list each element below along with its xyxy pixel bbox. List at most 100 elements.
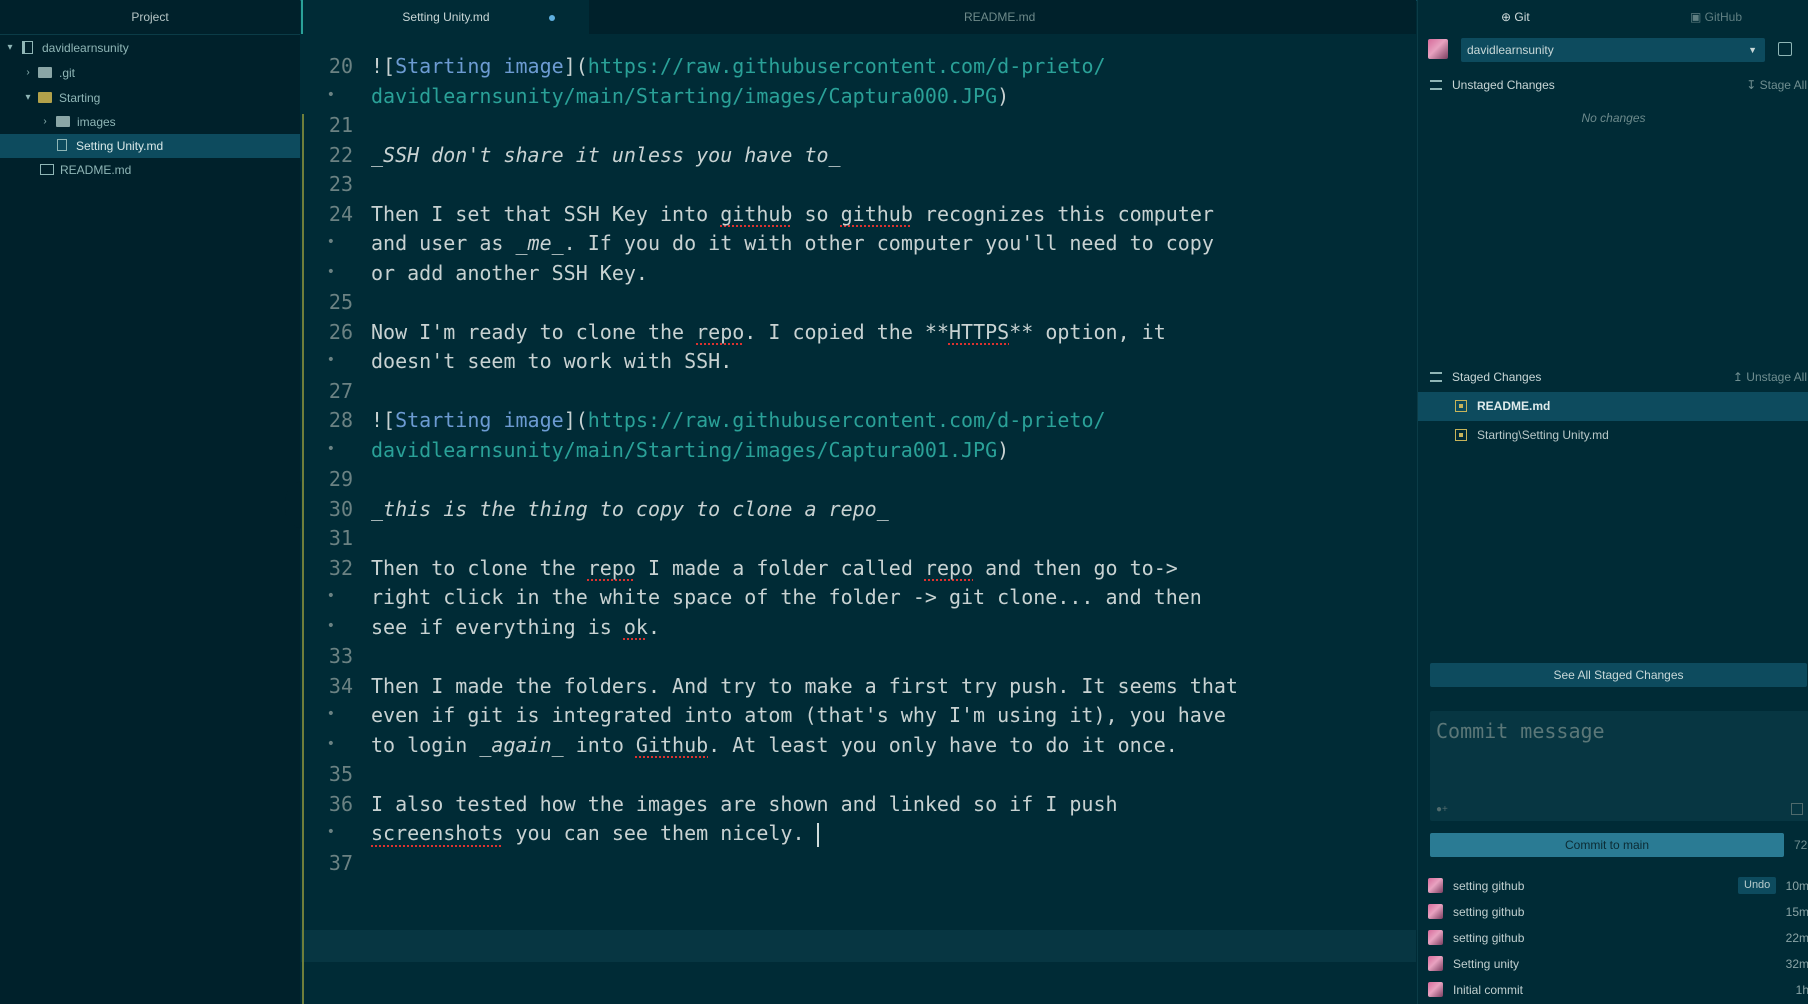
commit-message: setting github	[1453, 931, 1525, 945]
git-icon: ⊕	[1501, 10, 1515, 24]
line-number: •	[326, 735, 335, 752]
stage-all-button[interactable]: ↧ Stage All	[1746, 73, 1807, 97]
code-line: I also tested how the images are shown a…	[371, 792, 1118, 816]
code-line: doesn't seem to work with SSH.	[371, 349, 732, 373]
cursor-line-highlight	[301, 930, 1416, 962]
code-token: Starting	[395, 408, 492, 432]
folder-open-icon	[38, 92, 52, 103]
avatar	[1428, 930, 1443, 945]
line-number: •	[326, 263, 335, 280]
char-count: 72	[1794, 838, 1808, 852]
tree-item-starting[interactable]: ▾ Starting	[0, 86, 300, 110]
chevron-right-icon: ›	[43, 116, 47, 127]
avatar	[1428, 982, 1443, 997]
commit-history-item[interactable]: setting github Undo 10m	[1418, 874, 1808, 898]
commit-button[interactable]: Commit to main	[1430, 833, 1784, 857]
tree-item-setting-unity[interactable]: Setting Unity.md	[0, 134, 300, 158]
line-number: 36	[328, 791, 353, 816]
commit-message-placeholder: Commit message	[1436, 719, 1605, 743]
expand-icon[interactable]	[1791, 803, 1803, 815]
code-line: Then to clone the repo I made a folder c…	[371, 556, 1178, 580]
chevron-down-icon: ▾	[7, 42, 13, 53]
commit-time: 22m	[1785, 931, 1808, 945]
code-token: ** option, it	[1009, 319, 1166, 344]
line-number: 25	[328, 290, 353, 314]
code-token: . If you do it with other computer you'l…	[563, 231, 1214, 255]
staged-file-readme[interactable]: README.md	[1418, 392, 1808, 421]
commit-history-item[interactable]: setting github 22m	[1418, 926, 1808, 950]
repo-icon	[22, 41, 33, 54]
editor-pane: Setting Unity.md README.md 20 • 21 22 23 24 • •…	[301, 0, 1716, 1004]
code-token: and then go to->	[973, 555, 1178, 580]
tree-item-label: Starting	[59, 91, 101, 105]
code-line: Then I set that SSH Key into github so g…	[371, 202, 1214, 226]
code-token: to login	[371, 732, 480, 757]
commit-time: 15m	[1785, 905, 1808, 919]
user-select[interactable]: davidlearnsunity ▼	[1461, 38, 1765, 62]
line-number: •	[326, 588, 335, 604]
stage-all-label: Stage All	[1759, 78, 1807, 92]
tree-item-root[interactable]: ▾ davidlearnsunity	[0, 36, 300, 60]
line-number: •	[326, 617, 335, 634]
chevron-right-icon: ›	[26, 67, 30, 78]
code-token: )	[997, 437, 1010, 462]
tab-label: Git	[1514, 10, 1530, 24]
refresh-icon[interactable]	[1778, 42, 1792, 56]
tree-item-readme[interactable]: README.md	[0, 158, 300, 182]
see-all-staged-button[interactable]: See All Staged Changes	[1430, 663, 1807, 687]
commit-time: 32m	[1785, 957, 1808, 971]
code-token: image	[503, 54, 564, 78]
book-icon	[40, 164, 54, 175]
code-token: image	[503, 408, 564, 432]
project-tree-panel: Project ▾ davidlearnsunity › .git ▾ Star…	[0, 0, 300, 1004]
tree-item-git[interactable]: › .git	[0, 61, 300, 85]
tab-github[interactable]: ▣ GitHub	[1690, 0, 1742, 34]
file-modified-icon	[1455, 400, 1467, 412]
tab-git[interactable]: ⊕ Git	[1501, 0, 1530, 34]
commit-message: setting github	[1453, 905, 1525, 919]
commit-message: setting github	[1453, 879, 1525, 893]
line-number: •	[326, 86, 335, 103]
commit-message-input[interactable]: Commit message ●+	[1430, 711, 1808, 821]
code-token: _SSH don't share it unless you have to_	[371, 142, 841, 167]
unstage-all-button[interactable]: ↥ Unstage All	[1733, 365, 1807, 389]
tab-setting-unity[interactable]: Setting Unity.md	[301, 0, 589, 34]
line-number: 21	[328, 113, 353, 137]
code-line: and user as _me_. If you do it with othe…	[371, 231, 1214, 255]
commit-history-item[interactable]: Initial commit 1h	[1418, 978, 1808, 1002]
code-token: _this is the thing to copy to clone a	[371, 496, 829, 521]
line-number: 32	[328, 555, 353, 580]
line-number: •	[326, 440, 335, 457]
unstage-all-label: Unstage All	[1746, 370, 1807, 384]
text-cursor	[816, 822, 819, 847]
code-line: _this is the thing to copy to clone a re…	[371, 497, 889, 521]
modified-dot-icon	[549, 15, 555, 21]
staged-file-setting-unity[interactable]: Starting\Setting Unity.md	[1418, 421, 1808, 450]
code-line: to login _again_ into Github. At least y…	[371, 733, 1178, 757]
line-number: •	[326, 706, 335, 722]
code-token: davidlearnsunity/main/Starting/images/Ca…	[371, 437, 998, 462]
commit-history-item[interactable]: Setting unity 32m	[1418, 952, 1808, 976]
code-token: ok	[623, 614, 648, 639]
line-number-gutter: 20 • 21 22 23 24 • • 25 26 • 27 28 • 29 30 31 32 • • 33 34 • • 3…	[301, 34, 366, 1004]
avatar	[1428, 39, 1448, 59]
tree-item-images[interactable]: › images	[0, 110, 300, 134]
tab-readme[interactable]: README.md	[589, 0, 1407, 34]
add-coauthor-icon[interactable]: ●+	[1436, 804, 1448, 815]
line-number: 29	[328, 467, 353, 491]
line-number: 24	[328, 201, 353, 226]
code-token: )	[997, 83, 1010, 108]
avatar	[1428, 956, 1443, 971]
code-line: ![Starting image](https://raw.githubuser…	[371, 408, 1106, 432]
list-check-icon	[1430, 372, 1442, 382]
code-token: ](	[563, 408, 588, 432]
staged-changes-header: Staged Changes ↥ Unstage All	[1418, 365, 1808, 389]
code-token: https://raw.githubusercontent.com/d-prie…	[587, 54, 1106, 78]
code-token: repo	[924, 555, 974, 580]
line-number: 22	[328, 142, 353, 167]
line-number: 30	[328, 496, 353, 521]
code-token: screenshots	[371, 821, 504, 845]
commit-history-item[interactable]: setting github 15m	[1418, 900, 1808, 924]
undo-button[interactable]: Undo	[1738, 877, 1777, 894]
commit-time: 10m	[1785, 879, 1808, 893]
